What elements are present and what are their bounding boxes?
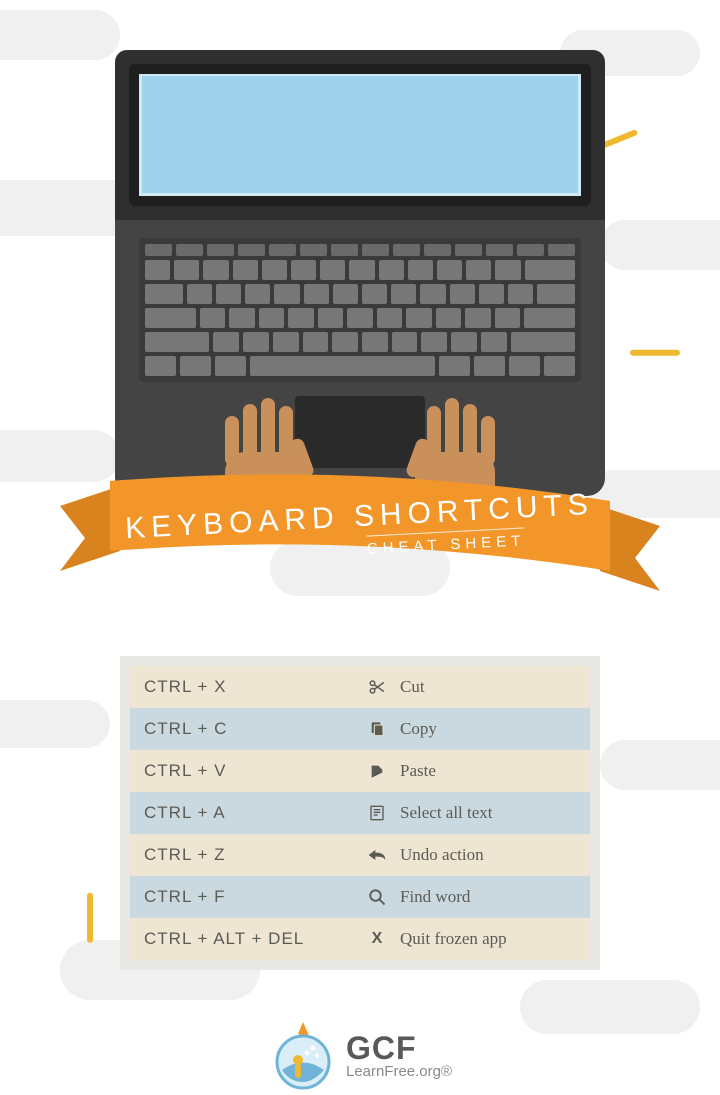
shortcut-label: Undo action <box>400 845 484 865</box>
table-row: CTRL + A Select all text <box>130 792 590 834</box>
shortcut-keys: CTRL + F <box>130 887 366 907</box>
paste-icon <box>366 760 388 782</box>
ribbon-banner: KEYBOARD SHORTCUTS CHEAT SHEET <box>50 456 670 596</box>
table-row: CTRL + ALT + DEL X Quit frozen app <box>130 918 590 960</box>
logo-primary-text: GCF <box>346 1032 452 1064</box>
laptop-illustration <box>115 50 605 496</box>
table-row: CTRL + X Cut <box>130 666 590 708</box>
footer-logo: GCF LearnFree.org® <box>0 1020 720 1095</box>
shortcut-label: Copy <box>400 719 437 739</box>
quit-icon: X <box>366 928 388 950</box>
table-row: CTRL + Z Undo action <box>130 834 590 876</box>
keyboard-illustration <box>139 238 581 382</box>
logo-secondary-text: LearnFree.org® <box>346 1064 452 1079</box>
scissors-icon <box>366 676 388 698</box>
copy-icon <box>366 718 388 740</box>
shortcut-label: Quit frozen app <box>400 929 507 949</box>
undo-icon <box>366 844 388 866</box>
table-row: CTRL + F Find word <box>130 876 590 918</box>
shortcut-label: Find word <box>400 887 470 907</box>
shortcut-keys: CTRL + ALT + DEL <box>130 929 366 949</box>
shortcuts-table: CTRL + X Cut CTRL + C Copy CTRL + V Past… <box>120 656 600 970</box>
table-row: CTRL + V Paste <box>130 750 590 792</box>
shortcut-keys: CTRL + V <box>130 761 366 781</box>
find-icon <box>366 886 388 908</box>
shortcut-keys: CTRL + X <box>130 677 366 697</box>
gcf-logo-mark <box>268 1020 338 1090</box>
shortcut-label: Paste <box>400 761 436 781</box>
table-row: CTRL + C Copy <box>130 708 590 750</box>
shortcut-keys: CTRL + Z <box>130 845 366 865</box>
shortcut-keys: CTRL + C <box>130 719 366 739</box>
shortcut-keys: CTRL + A <box>130 803 366 823</box>
shortcut-label: Cut <box>400 677 425 697</box>
select-all-icon <box>366 802 388 824</box>
shortcut-label: Select all text <box>400 803 493 823</box>
